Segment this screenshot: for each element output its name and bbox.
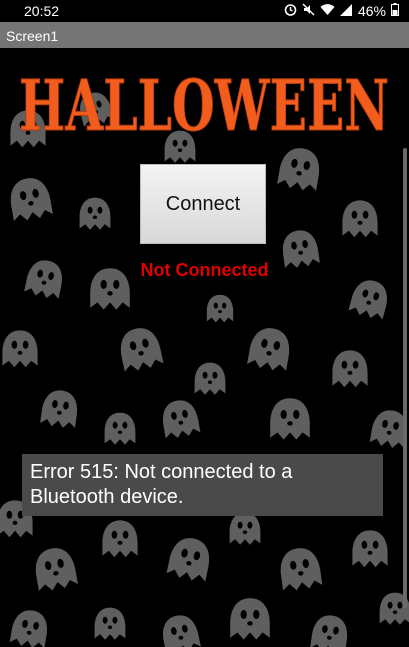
status-time: 20:52 [24,3,60,19]
battery-icon [391,3,399,19]
alarm-icon [284,3,297,19]
connect-button[interactable]: Connect [140,164,266,244]
error-message: Error 515: Not connected to a Bluetooth … [22,454,383,516]
battery-percent: 46% [357,3,386,19]
logo-text: HALLOWEEN [19,64,389,147]
title-bar: Screen1 [0,22,409,48]
status-bar: 20:52 46% [0,0,409,22]
status-icons: 46% [284,3,399,19]
wifi-icon [320,3,335,19]
scrollbar[interactable] [403,148,407,608]
screen-content: HALLOWEEN Connect Not Connected Error 51… [0,48,409,647]
screen-title: Screen1 [6,28,59,44]
mute-icon [302,3,315,19]
signal-icon [339,3,353,19]
connection-status: Not Connected [140,260,269,280]
halloween-logo: HALLOWEEN [19,64,390,148]
